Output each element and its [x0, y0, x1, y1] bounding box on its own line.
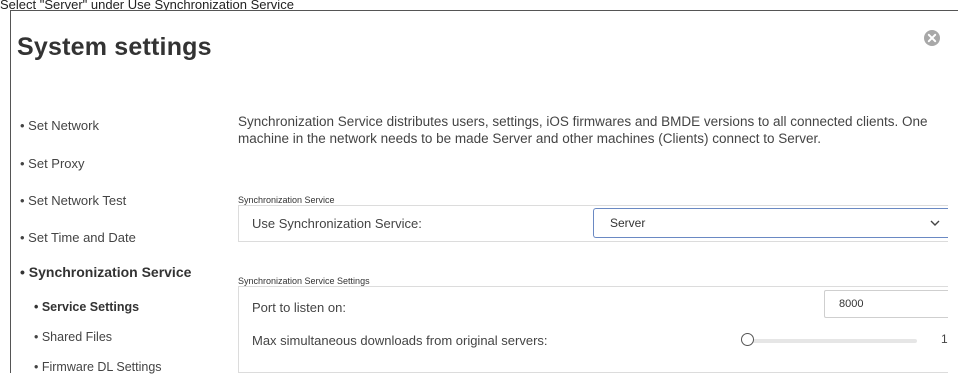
sidebar-item-synchronization-service[interactable]: • Synchronization Service	[20, 264, 191, 280]
select-value: Server	[610, 216, 646, 230]
sidebar-subitem-service-settings[interactable]: • Service Settings	[34, 300, 139, 314]
use-sync-service-select[interactable]: Server	[593, 208, 948, 238]
close-icon[interactable]	[923, 29, 941, 47]
sidebar-subitem-firmware-dl-settings[interactable]: • Firmware DL Settings	[34, 360, 162, 374]
dialog-title: System settings	[17, 33, 212, 61]
sync-section-header: Synchronization Service	[238, 195, 335, 205]
sync-service-description: Synchronization Service distributes user…	[238, 114, 928, 146]
max-downloads-slider-track[interactable]	[752, 339, 917, 343]
chevron-down-icon	[930, 220, 940, 226]
use-sync-service-label: Use Synchronization Service:	[252, 216, 422, 231]
port-label: Port to listen on:	[252, 300, 346, 315]
sidebar-subitem-shared-files[interactable]: • Shared Files	[34, 330, 112, 344]
max-downloads-slider-thumb[interactable]	[741, 333, 754, 346]
port-value: 8000	[839, 298, 864, 310]
max-downloads-label: Max simultaneous downloads from original…	[252, 333, 548, 348]
sidebar-item-set-network[interactable]: • Set Network	[20, 118, 99, 133]
max-downloads-value: 1	[941, 332, 948, 346]
sidebar-item-set-proxy[interactable]: • Set Proxy	[20, 156, 85, 171]
settings-section-header: Synchronization Service Settings	[238, 276, 370, 286]
port-input[interactable]: 8000	[824, 290, 948, 318]
sidebar-item-set-network-test[interactable]: • Set Network Test	[20, 193, 126, 208]
sidebar-item-set-time-date[interactable]: • Set Time and Date	[20, 230, 136, 245]
